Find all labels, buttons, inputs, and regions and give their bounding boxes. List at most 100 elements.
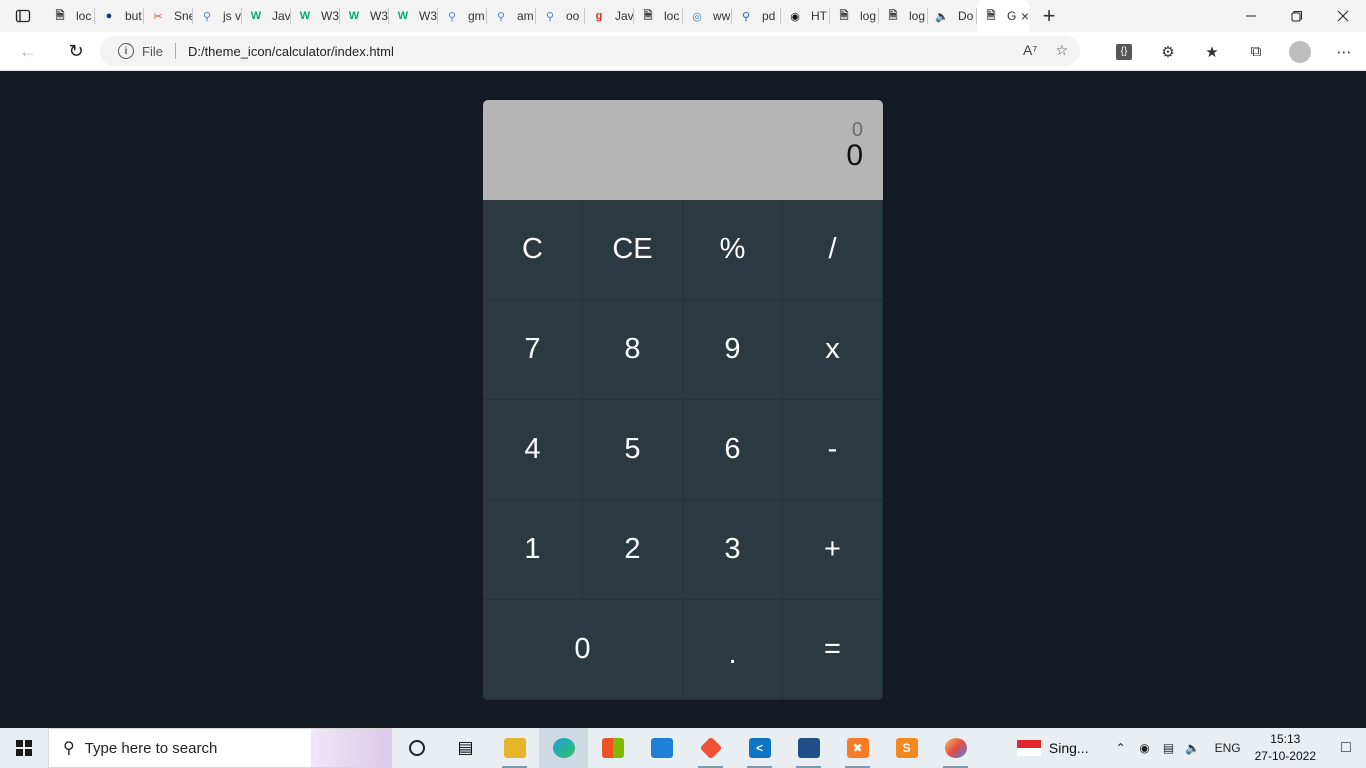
clear-entry-button[interactable]: CE [583, 200, 683, 300]
volume-icon[interactable]: 🔈 [1181, 741, 1205, 755]
add-favorite-icon[interactable]: ☆ [1055, 42, 1068, 59]
webcam-icon[interactable]: ◉ [1133, 741, 1157, 755]
vscode-button[interactable]: < [735, 728, 784, 768]
palette-icon [944, 738, 967, 758]
digit-4-button[interactable]: 4 [483, 400, 583, 500]
taskbar: ⚲ Type here to search ▤ < ✖ S Sing... ⌃ … [0, 728, 1366, 768]
browser-tab[interactable]: ⚲ js v [193, 0, 242, 32]
browser-tab[interactable]: W W3 [340, 0, 389, 32]
new-tab-button[interactable]: + [1029, 0, 1069, 32]
profile-icon: ● [105, 10, 113, 22]
digit-5-button[interactable]: 5 [583, 400, 683, 500]
address-url[interactable]: D:/theme_icon/calculator/index.html [188, 44, 394, 59]
address-bar[interactable]: i File D:/theme_icon/calculator/index.ht… [100, 36, 1080, 66]
collections-button[interactable]: ⧉ [1234, 36, 1278, 68]
edge-button[interactable] [539, 728, 588, 768]
weather-widget[interactable]: Sing... [1016, 740, 1089, 756]
decimal-button[interactable]: . [683, 600, 783, 700]
browser-tab[interactable]: 🔈 Do [928, 0, 977, 32]
favorites-button[interactable]: ★ [1190, 36, 1234, 68]
browser-tab[interactable]: W Jav [242, 0, 291, 32]
browser-tab[interactable]: ⚲ oo [536, 0, 585, 32]
cortana-icon [408, 740, 425, 756]
restore-button[interactable] [1274, 0, 1320, 32]
browser-tab[interactable]: 🗎 log [879, 0, 928, 32]
page-icon: 🗎 [839, 9, 849, 22]
browser-tab[interactable]: ⚲ pd [732, 0, 781, 32]
paint-button[interactable] [931, 728, 980, 768]
search-highlight-image [311, 729, 391, 767]
digit-9-button[interactable]: 9 [683, 300, 783, 400]
browser-tab[interactable]: 🗎 loc [634, 0, 683, 32]
sublime-button[interactable]: S [882, 728, 931, 768]
extension-icon: {} [1116, 43, 1132, 60]
browser-tab[interactable]: ⚲ gm [438, 0, 487, 32]
refresh-button[interactable]: ↻ [56, 35, 96, 67]
browser-tab[interactable]: 🗎 Ga × [977, 0, 1029, 32]
store-icon [601, 738, 624, 758]
browser-tab[interactable]: ● but [95, 0, 144, 32]
back-button[interactable]: ← [8, 35, 48, 67]
browser-tab[interactable]: ⚲ am [487, 0, 536, 32]
digit-0-button[interactable]: 0 [483, 600, 683, 700]
close-window-button[interactable] [1320, 0, 1366, 32]
toolbar-right: {} ⚙ ★ ⧉ ⋯ [1102, 32, 1366, 71]
mail-button[interactable] [637, 728, 686, 768]
add-button[interactable]: + [783, 500, 883, 600]
clear-button[interactable]: C [483, 200, 583, 300]
browser-tab[interactable]: 🗎 loc [46, 0, 95, 32]
digit-1-button[interactable]: 1 [483, 500, 583, 600]
digit-8-button[interactable]: 8 [583, 300, 683, 400]
tab-title: pd [762, 9, 776, 23]
taskbar-search[interactable]: ⚲ Type here to search [48, 728, 392, 768]
edge-icon [552, 738, 575, 758]
multiply-button[interactable]: x [783, 300, 883, 400]
read-aloud-icon[interactable]: A⁷ [1023, 42, 1037, 59]
extensions-button[interactable]: ⚙ [1146, 36, 1190, 68]
task-view-button[interactable]: ▤ [441, 728, 490, 768]
digit-6-button[interactable]: 6 [683, 400, 783, 500]
start-button[interactable] [0, 728, 48, 768]
subtract-button[interactable]: - [783, 400, 883, 500]
mysql-workbench-button[interactable] [784, 728, 833, 768]
git-button[interactable] [686, 728, 735, 768]
clock[interactable]: 15:13 27-10-2022 [1255, 731, 1316, 765]
browser-tab[interactable]: W W3 [291, 0, 340, 32]
browser-tab[interactable]: ✂ Sne [144, 0, 193, 32]
back-arrow-icon: ← [19, 40, 37, 61]
store-button[interactable] [588, 728, 637, 768]
settings-menu-button[interactable]: ⋯ [1322, 36, 1366, 68]
browser-tab[interactable]: W W3 [389, 0, 438, 32]
tab-actions-button[interactable] [0, 0, 46, 32]
equals-button[interactable]: = [783, 600, 883, 700]
extension-button[interactable]: {} [1102, 36, 1146, 68]
browser-tab[interactable]: g Jav [585, 0, 634, 32]
tab-title: log [909, 9, 926, 23]
network-icon[interactable]: ▤ [1157, 741, 1181, 755]
address-divider [174, 43, 176, 59]
cortana-button[interactable] [392, 728, 441, 768]
digit-2-button[interactable]: 2 [583, 500, 683, 600]
xampp-button[interactable]: ✖ [833, 728, 882, 768]
browser-toolbar: ← ↻ i File D:/theme_icon/calculator/inde… [0, 32, 1366, 71]
tab-title: oo [566, 9, 580, 23]
file-explorer-button[interactable] [490, 728, 539, 768]
digit-7-button[interactable]: 7 [483, 300, 583, 400]
info-icon[interactable]: i [118, 43, 134, 59]
browser-tab[interactable]: 🗎 log [830, 0, 879, 32]
task-view-icon: ▤ [457, 738, 474, 757]
w3schools-icon: W [299, 10, 311, 22]
language-indicator[interactable]: ENG [1215, 741, 1241, 755]
profile-button[interactable] [1278, 36, 1322, 68]
close-tab-icon[interactable]: × [1021, 8, 1029, 24]
divide-button[interactable]: / [783, 200, 883, 300]
browser-tab[interactable]: ◉ HT [781, 0, 830, 32]
notifications-button[interactable]: □ [1326, 739, 1366, 757]
percent-button[interactable]: % [683, 200, 783, 300]
tab-title: but [125, 9, 142, 23]
tab-title: ww [713, 9, 731, 23]
digit-3-button[interactable]: 3 [683, 500, 783, 600]
minimize-button[interactable] [1228, 0, 1274, 32]
browser-tab[interactable]: ◎ ww [683, 0, 732, 32]
show-hidden-icons-button[interactable]: ⌃ [1109, 741, 1133, 755]
